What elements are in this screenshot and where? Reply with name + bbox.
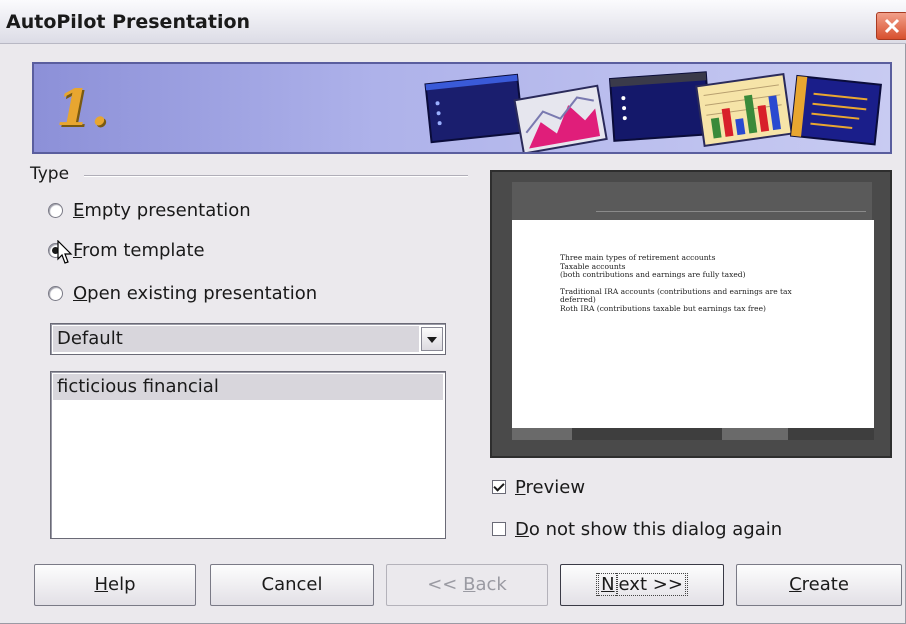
cancel-button[interactable]: Cancel — [210, 564, 374, 606]
template-category-dropdown[interactable]: Default — [50, 323, 446, 355]
close-button[interactable] — [876, 12, 906, 40]
preview-checkbox[interactable] — [492, 480, 506, 494]
no-show-checkbox-row[interactable]: Do not show this dialog again — [492, 517, 782, 541]
slide-header-rule — [596, 211, 866, 212]
title-bar: AutoPilot Presentation — [0, 0, 906, 44]
dropdown-selected-value: Default — [53, 326, 419, 352]
slide-preview: Three main types of retirement accounts … — [490, 170, 892, 458]
slide-footer-block — [788, 428, 874, 440]
chevron-down-icon[interactable] — [421, 327, 443, 351]
radio-open-existing[interactable]: Open existing presentation — [48, 280, 317, 306]
slides-illustration-icon — [424, 71, 882, 152]
type-group-separator — [84, 175, 468, 177]
list-item[interactable]: ficticious financial — [53, 374, 443, 400]
create-button[interactable]: Create — [736, 564, 902, 606]
radio-label-empty: Empty presentation — [73, 199, 251, 221]
autopilot-dialog: AutoPilot Presentation 1. Type Empty pre… — [0, 0, 906, 624]
radio-button[interactable] — [48, 202, 63, 218]
slide-content: Three main types of retirement accounts … — [512, 220, 874, 440]
back-button[interactable]: << Back — [386, 564, 548, 606]
slide-line: Traditional IRA accounts (contributions … — [560, 286, 792, 296]
slide-text: Three main types of retirement accounts … — [560, 253, 850, 313]
slide-header — [512, 182, 872, 220]
radio-label-open: Open existing presentation — [73, 282, 318, 304]
step-number: 1. — [56, 78, 109, 137]
slide-line: Roth IRA (contributions taxable but earn… — [560, 303, 766, 313]
preview-checkbox-label: Preview — [515, 476, 586, 498]
radio-empty-presentation[interactable]: Empty presentation — [48, 197, 251, 223]
no-show-checkbox-label: Do not show this dialog again — [515, 518, 783, 540]
template-listbox[interactable]: ficticious financial — [50, 371, 446, 539]
help-button[interactable]: Help — [34, 564, 196, 606]
slide-footer-block — [572, 428, 722, 440]
close-icon — [884, 18, 900, 34]
mouse-cursor-icon — [57, 240, 73, 264]
radio-label-template: From template — [73, 239, 205, 261]
radio-button[interactable] — [48, 285, 63, 301]
preview-checkbox-row[interactable]: Preview — [492, 475, 585, 499]
next-button[interactable]: Next >> — [560, 564, 724, 606]
type-group-label: Type — [30, 164, 70, 184]
slide-line: (both contributions and earnings are ful… — [560, 270, 746, 279]
window-title: AutoPilot Presentation — [6, 11, 251, 33]
step-banner: 1. — [32, 62, 892, 154]
no-show-checkbox[interactable] — [492, 522, 506, 536]
